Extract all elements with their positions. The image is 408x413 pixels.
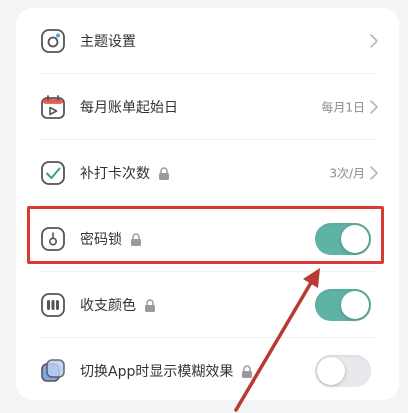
settings-item-billing-start-day[interactable]: 每月账单起始日 每月1日 <box>16 74 399 140</box>
check-in-icon <box>41 161 65 185</box>
chevron-right-icon <box>370 100 378 114</box>
calendar-icon <box>41 95 65 119</box>
chevron-right-icon <box>370 34 378 48</box>
settings-item-label: 补打卡次数 <box>80 163 170 183</box>
settings-item-label: 主题设置 <box>80 34 136 50</box>
toggle-knob <box>341 291 369 319</box>
lock-icon <box>242 364 253 378</box>
settings-item-label: 收支颜色 <box>80 295 156 315</box>
settings-item-label: 切换App时显示模糊效果 <box>80 361 253 381</box>
annotation-highlight-box <box>27 206 384 264</box>
settings-item-label: 每月账单起始日 <box>80 100 178 116</box>
blur-effect-toggle[interactable] <box>315 355 371 387</box>
toggle-knob <box>317 357 345 385</box>
theme-icon <box>41 29 65 53</box>
lock-icon <box>159 166 169 180</box>
blur-effect-icon <box>41 359 65 382</box>
settings-item-blur-effect[interactable]: 切换App时显示模糊效果 <box>16 338 399 404</box>
settings-item-theme[interactable]: 主题设置 <box>16 8 399 74</box>
chevron-right-icon <box>370 166 378 180</box>
settings-item-value: 3次/月 <box>329 166 365 181</box>
color-icon <box>41 293 65 317</box>
settings-card: 主题设置 每月账单起始日 每月1日 补打卡次数 3次/月 密码锁 收支颜色 切换… <box>16 8 399 400</box>
settings-item-income-expense-color[interactable]: 收支颜色 <box>16 272 399 338</box>
settings-item-value: 每月1日 <box>321 100 365 115</box>
lock-icon <box>145 298 155 312</box>
income-expense-color-toggle[interactable] <box>315 289 371 321</box>
settings-item-makeup-checkin[interactable]: 补打卡次数 3次/月 <box>16 140 399 206</box>
